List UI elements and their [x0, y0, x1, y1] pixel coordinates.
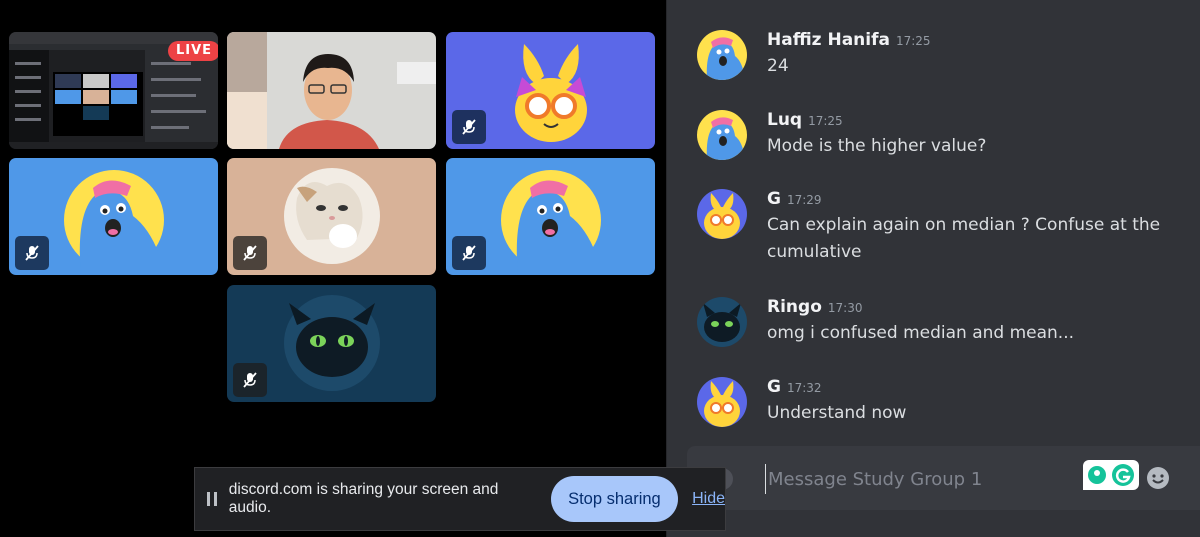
participant-tile-cat[interactable]	[227, 158, 436, 275]
participant-tile-wumpus-2[interactable]	[446, 158, 655, 275]
toothless-dragon-avatar[interactable]	[697, 297, 747, 347]
muted-mic-icon	[233, 236, 267, 270]
message-text: omg i confused median and mean...	[767, 323, 1075, 343]
share-message: discord.com is sharing your screen and a…	[228, 481, 499, 516]
live-badge: LIVE	[168, 41, 218, 61]
yellow-rabbit-avatar[interactable]	[697, 377, 747, 427]
message-timestamp: 17:32	[786, 381, 822, 395]
message-author[interactable]: Luq	[767, 110, 802, 130]
blue-wumpus-avatar[interactable]	[697, 30, 747, 80]
blue-wumpus-avatar[interactable]	[697, 110, 747, 160]
screen-share-tile[interactable]: LIVE	[9, 32, 218, 149]
message-author[interactable]: G	[767, 377, 781, 397]
message-timestamp: 17:25	[808, 114, 843, 128]
message-text: Understand now	[767, 403, 907, 423]
message-timestamp: 17:29	[786, 193, 822, 207]
message-author[interactable]: Haffiz Hanifa	[767, 30, 890, 50]
grammarly-widget[interactable]	[1083, 460, 1139, 490]
message-text: Mode is the higher value?	[767, 136, 987, 156]
chat-panel: Haffiz Hanifa 17:25 24 Luq 17:25 Mode is t…	[666, 0, 1200, 537]
message-input[interactable]	[765, 464, 1070, 494]
message-text: 24	[767, 56, 789, 76]
message-text: Can explain again on median ? Confuse at…	[767, 215, 1161, 262]
participant-tile-dragon[interactable]	[227, 285, 436, 402]
message-author[interactable]: G	[767, 189, 781, 209]
message-author[interactable]: Ringo	[767, 297, 822, 317]
drag-handle-icon[interactable]	[207, 492, 217, 506]
participant-tile-wumpus-1[interactable]	[9, 158, 218, 275]
hide-link[interactable]: Hide	[692, 490, 725, 508]
emoji-icon[interactable]	[1146, 466, 1170, 490]
video-grid: LIVE	[0, 0, 666, 537]
message-timestamp: 17:30	[827, 301, 863, 315]
screen-share-bar: discord.com is sharing your screen and a…	[194, 467, 726, 531]
muted-mic-icon	[15, 236, 49, 270]
muted-mic-icon	[233, 363, 267, 397]
stop-sharing-button[interactable]: Stop sharing	[550, 476, 679, 522]
muted-mic-icon	[452, 110, 486, 144]
message-timestamp: 17:25	[895, 34, 931, 48]
muted-mic-icon	[452, 236, 486, 270]
yellow-rabbit-avatar[interactable]	[697, 189, 747, 239]
grammarly-icon	[1088, 464, 1134, 486]
webcam-video	[227, 32, 436, 149]
participant-tile-rabbit[interactable]	[446, 32, 655, 149]
message-composer	[687, 446, 1200, 510]
webcam-tile[interactable]	[227, 32, 436, 149]
